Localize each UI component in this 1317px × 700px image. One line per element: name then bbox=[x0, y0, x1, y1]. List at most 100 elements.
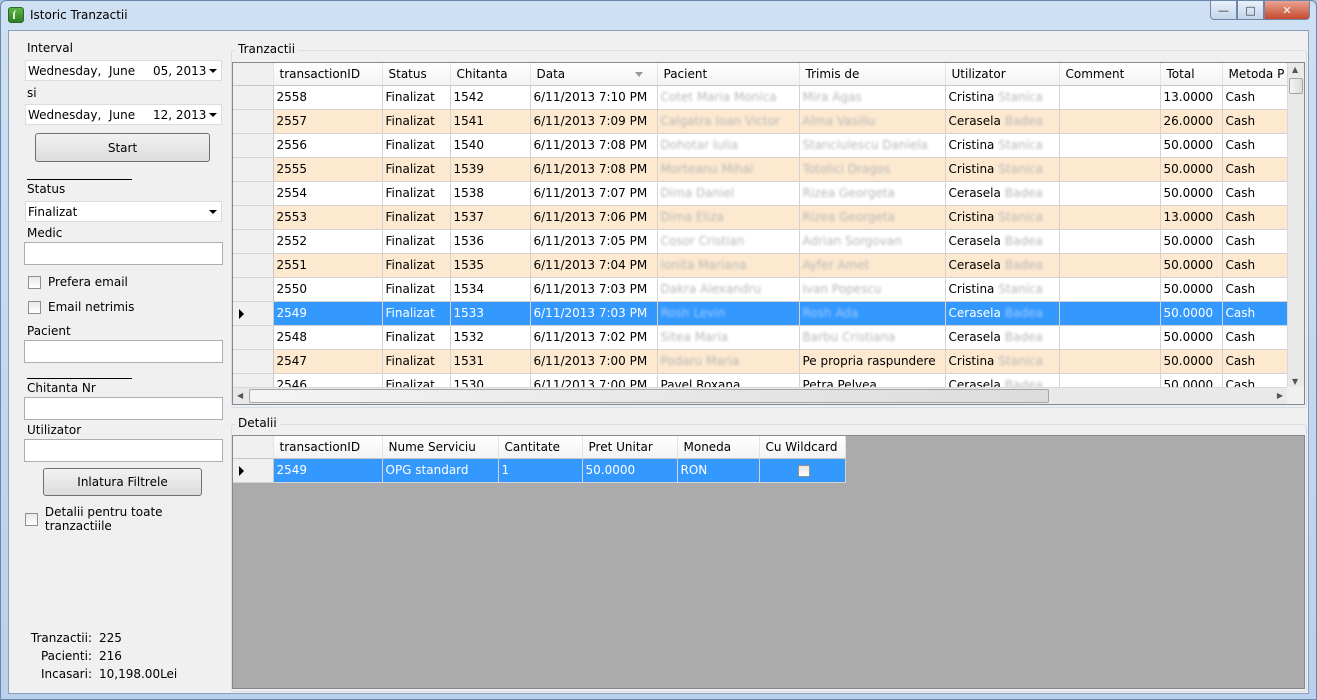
cell-chitanta[interactable]: 1540 bbox=[450, 133, 531, 158]
cell-chitanta[interactable]: 1542 bbox=[450, 85, 531, 110]
col-header-status[interactable]: Status bbox=[382, 63, 451, 86]
cell-data[interactable]: 6/11/2013 7:03 PM bbox=[530, 277, 658, 302]
cell-utilizator[interactable]: Cerasela Badea bbox=[945, 325, 1060, 350]
cell-transactionid[interactable]: 2547 bbox=[273, 349, 383, 374]
cell-trimis-de[interactable]: Rizea Georgeta bbox=[799, 181, 946, 206]
cell-total[interactable]: 50.0000 bbox=[1160, 181, 1223, 206]
tranzactii-hscroll-thumb[interactable] bbox=[249, 389, 1049, 403]
cell-chitanta[interactable]: 1532 bbox=[450, 325, 531, 350]
cell-total[interactable]: 13.0000 bbox=[1160, 85, 1223, 110]
cell-chitanta[interactable]: 1531 bbox=[450, 349, 531, 374]
row-header[interactable] bbox=[233, 157, 274, 182]
table-row[interactable]: 2553 Finalizat 1537 6/11/2013 7:06 PM Dima E… bbox=[233, 205, 1289, 230]
pacient-input[interactable] bbox=[24, 340, 223, 363]
detail-cell-transactionid[interactable]: 2549 bbox=[273, 458, 383, 483]
cell-transactionid[interactable]: 2549 bbox=[273, 301, 383, 326]
date-from-picker[interactable]: Wednesday, June 05, 2013 bbox=[25, 60, 222, 81]
cell-status[interactable]: Finalizat bbox=[382, 181, 451, 206]
cell-chitanta[interactable]: 1538 bbox=[450, 181, 531, 206]
cell-metoda[interactable]: Cash bbox=[1222, 301, 1289, 326]
detalii-toate-checkbox[interactable]: Detalii pentru toate tranzactiile bbox=[25, 505, 231, 533]
cell-pacient[interactable]: Dima Eliza bbox=[657, 205, 800, 230]
cell-comment[interactable] bbox=[1059, 301, 1161, 326]
cell-comment[interactable] bbox=[1059, 349, 1161, 374]
cell-data[interactable]: 6/11/2013 7:02 PM bbox=[530, 325, 658, 350]
cell-transactionid[interactable]: 2551 bbox=[273, 253, 383, 278]
cell-comment[interactable] bbox=[1059, 181, 1161, 206]
maximize-button[interactable]: □ bbox=[1237, 1, 1264, 20]
col-header-comment[interactable]: Comment bbox=[1059, 63, 1161, 86]
cell-transactionid[interactable]: 2554 bbox=[273, 181, 383, 206]
cell-status[interactable]: Finalizat bbox=[382, 109, 451, 134]
cell-status[interactable]: Finalizat bbox=[382, 205, 451, 230]
cell-pacient[interactable]: Dohotar Iulia bbox=[657, 133, 800, 158]
col-header-utilizator[interactable]: Utilizator bbox=[945, 63, 1060, 86]
cell-data[interactable]: 6/11/2013 7:09 PM bbox=[530, 109, 658, 134]
detail-cell-nume-serviciu[interactable]: OPG standard bbox=[382, 458, 499, 483]
row-header[interactable] bbox=[233, 301, 274, 326]
cell-transactionid[interactable]: 2556 bbox=[273, 133, 383, 158]
col-header-data[interactable]: Data bbox=[530, 63, 658, 86]
cell-metoda[interactable]: Cash bbox=[1222, 277, 1289, 302]
cell-transactionid[interactable]: 2558 bbox=[273, 85, 383, 110]
cell-total[interactable]: 50.0000 bbox=[1160, 133, 1223, 158]
table-row[interactable]: 2550 Finalizat 1534 6/11/2013 7:03 PM Dakra … bbox=[233, 277, 1289, 302]
col-header-metoda[interactable]: Metoda P bbox=[1222, 63, 1289, 86]
cell-comment[interactable] bbox=[1059, 253, 1161, 278]
cell-metoda[interactable]: Cash bbox=[1222, 133, 1289, 158]
cell-utilizator[interactable]: Cristina Stanica bbox=[945, 205, 1060, 230]
detail-cell-cantitate[interactable]: 1 bbox=[498, 458, 583, 483]
detail-col-header-pret-unitar[interactable]: Pret Unitar bbox=[582, 436, 678, 459]
cell-transactionid[interactable]: 2550 bbox=[273, 277, 383, 302]
cell-trimis-de[interactable]: Pe propria raspundere bbox=[799, 349, 946, 374]
utilizator-input[interactable] bbox=[24, 439, 223, 462]
cell-status[interactable]: Finalizat bbox=[382, 85, 451, 110]
row-header[interactable] bbox=[233, 133, 274, 158]
cell-metoda[interactable]: Cash bbox=[1222, 349, 1289, 374]
tranzactii-horizontal-scrollbar[interactable]: ◀ ▶ bbox=[233, 387, 1287, 404]
cell-pacient[interactable]: Rosh Levin bbox=[657, 301, 800, 326]
chitanta-input[interactable] bbox=[24, 397, 223, 420]
prefera-email-checkbox[interactable]: Prefera email bbox=[28, 275, 128, 289]
cell-total[interactable]: 50.0000 bbox=[1160, 325, 1223, 350]
cell-comment[interactable] bbox=[1059, 133, 1161, 158]
cell-data[interactable]: 6/11/2013 7:10 PM bbox=[530, 85, 658, 110]
cell-utilizator[interactable]: Cristina Stanica bbox=[945, 277, 1060, 302]
cell-data[interactable]: 6/11/2013 7:03 PM bbox=[530, 301, 658, 326]
cell-utilizator[interactable]: Cristina Stanica bbox=[945, 85, 1060, 110]
cell-comment[interactable] bbox=[1059, 85, 1161, 110]
cell-trimis-de[interactable]: Barbu Cristiana bbox=[799, 325, 946, 350]
cell-transactionid[interactable]: 2553 bbox=[273, 205, 383, 230]
cell-status[interactable]: Finalizat bbox=[382, 157, 451, 182]
close-button[interactable]: ✕ bbox=[1264, 1, 1310, 20]
cell-chitanta[interactable]: 1534 bbox=[450, 277, 531, 302]
cell-metoda[interactable]: Cash bbox=[1222, 325, 1289, 350]
row-header[interactable] bbox=[233, 109, 274, 134]
cell-status[interactable]: Finalizat bbox=[382, 229, 451, 254]
cell-chitanta[interactable]: 1539 bbox=[450, 157, 531, 182]
cell-comment[interactable] bbox=[1059, 205, 1161, 230]
email-netrimis-checkbox[interactable]: Email netrimis bbox=[28, 300, 134, 314]
cell-utilizator[interactable]: Cerasela Badea bbox=[945, 229, 1060, 254]
table-row[interactable]: 2556 Finalizat 1540 6/11/2013 7:08 PM Dohota… bbox=[233, 133, 1289, 158]
cell-trimis-de[interactable]: Adrian Sorgovan bbox=[799, 229, 946, 254]
detail-col-header-transactionid[interactable]: transactionID bbox=[273, 436, 383, 459]
detail-col-header-cantitate[interactable]: Cantitate bbox=[498, 436, 583, 459]
cell-transactionid[interactable]: 2555 bbox=[273, 157, 383, 182]
cell-utilizator[interactable]: Cerasela Badea bbox=[945, 301, 1060, 326]
cell-chitanta[interactable]: 1537 bbox=[450, 205, 531, 230]
wildcard-checkbox[interactable] bbox=[797, 464, 810, 477]
cell-total[interactable]: 50.0000 bbox=[1160, 277, 1223, 302]
minimize-button[interactable]: — bbox=[1210, 1, 1237, 20]
cell-comment[interactable] bbox=[1059, 277, 1161, 302]
date-to-picker[interactable]: Wednesday, June 12, 2013 bbox=[25, 104, 222, 125]
detail-col-header-cu-wildcard[interactable]: Cu Wildcard bbox=[759, 436, 846, 459]
cell-trimis-de[interactable]: Stanciulescu Daniela bbox=[799, 133, 946, 158]
cell-total[interactable]: 50.0000 bbox=[1160, 229, 1223, 254]
col-header-pacient[interactable]: Pacient bbox=[657, 63, 800, 86]
row-header[interactable] bbox=[233, 458, 274, 483]
cell-comment[interactable] bbox=[1059, 109, 1161, 134]
table-row[interactable]: 2547 Finalizat 1531 6/11/2013 7:00 PM Podaru… bbox=[233, 349, 1289, 374]
table-row[interactable]: 2551 Finalizat 1535 6/11/2013 7:04 PM Ionita… bbox=[233, 253, 1289, 278]
row-header[interactable] bbox=[233, 205, 274, 230]
